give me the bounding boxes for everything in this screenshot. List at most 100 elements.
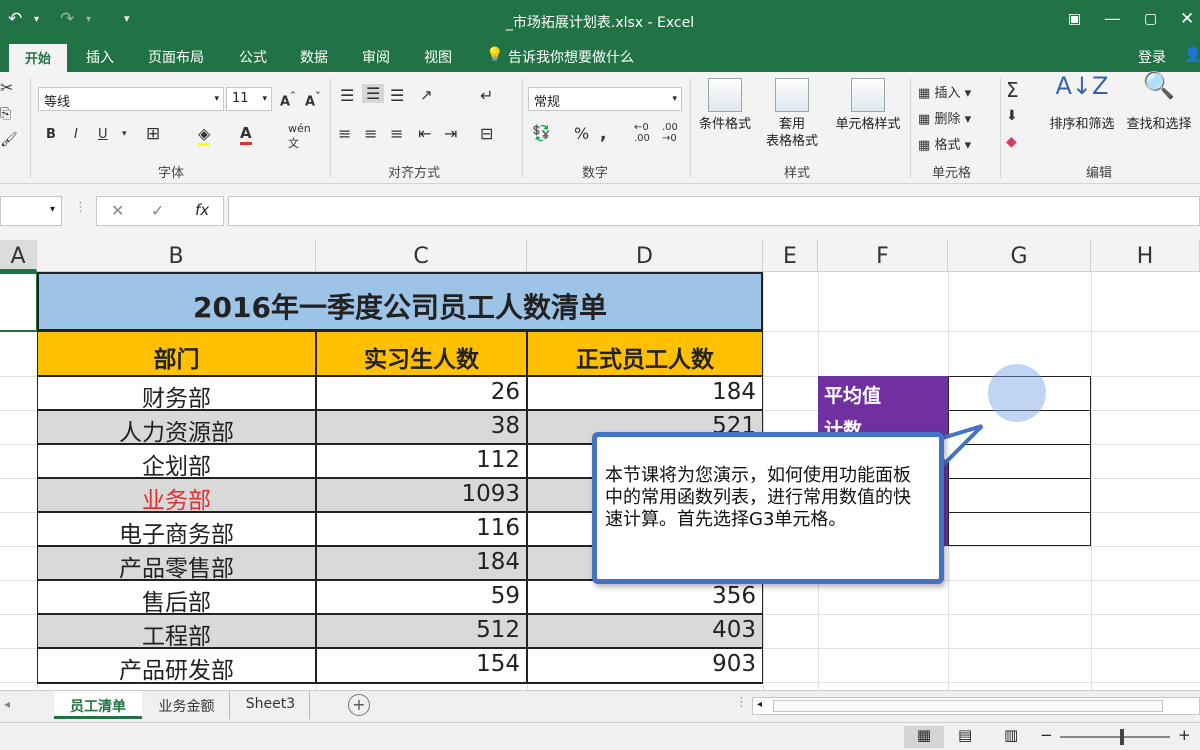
accounting-format-icon[interactable]: 💱 <box>532 124 551 142</box>
scroll-left-icon[interactable]: ◂ <box>757 699 762 710</box>
normal-view-icon[interactable]: ▦ <box>904 726 944 748</box>
sheet-tab-business[interactable]: 业务金额 <box>144 691 230 719</box>
cell-intern[interactable]: 1093 <box>316 478 527 512</box>
column-header-h[interactable]: H <box>1091 240 1200 272</box>
selected-cell-a1[interactable] <box>0 272 38 332</box>
horizontal-scrollbar[interactable]: ◂ <box>752 697 1200 715</box>
column-header-e[interactable]: E <box>763 240 818 272</box>
cancel-icon[interactable]: ✕ <box>111 201 124 220</box>
increase-indent-icon[interactable]: ⇥ <box>444 124 457 143</box>
table-title[interactable]: 2016年一季度公司员工人数清单 <box>37 272 763 331</box>
header-staff[interactable]: 正式员工人数 <box>527 331 763 376</box>
align-bottom-icon[interactable]: ☰ <box>390 86 404 105</box>
zoom-slider[interactable] <box>1060 736 1170 738</box>
cell-intern[interactable]: 184 <box>316 546 527 580</box>
formula-input[interactable] <box>228 196 1200 226</box>
font-size-select[interactable]: 11 ▾ <box>226 87 272 111</box>
sign-in-link[interactable]: 登录 <box>1138 47 1166 67</box>
share-icon[interactable]: 👤 <box>1184 47 1200 63</box>
ribbon-display-icon[interactable]: ▣ <box>1068 11 1081 27</box>
shrink-font-icon[interactable]: Aˇ <box>305 90 320 109</box>
zoom-out-icon[interactable]: − <box>1040 726 1053 744</box>
zoom-slider-thumb[interactable] <box>1120 729 1124 745</box>
maximize-icon[interactable]: ▢ <box>1144 11 1157 27</box>
cell-staff[interactable]: 356 <box>527 580 763 614</box>
align-middle-icon[interactable]: ☰ <box>362 84 385 103</box>
bold-icon[interactable]: B <box>46 127 56 142</box>
underline-dropdown-icon[interactable]: ▾ <box>122 129 127 139</box>
font-name-select[interactable]: 等线 ▾ <box>38 87 224 111</box>
cell-intern[interactable]: 116 <box>316 512 527 546</box>
cell-intern[interactable]: 38 <box>316 410 527 444</box>
clear-icon[interactable]: ◆ <box>1006 134 1017 150</box>
zoom-in-icon[interactable]: + <box>1178 726 1191 744</box>
column-header-d[interactable]: D <box>527 240 763 272</box>
conditional-format-button[interactable]: 条件格式 <box>694 78 756 133</box>
merge-center-icon[interactable]: ⊟ <box>480 124 493 143</box>
cut-icon[interactable]: ✂ <box>0 78 13 97</box>
sort-filter-button[interactable]: A↓Z 排序和筛选 <box>1044 74 1120 133</box>
decrease-decimal-icon[interactable]: .00 →0 <box>662 122 678 144</box>
underline-icon[interactable]: U <box>98 127 108 142</box>
column-header-a[interactable]: A <box>0 240 37 272</box>
number-format-select[interactable]: 常规 ▾ <box>528 87 682 111</box>
cell-intern[interactable]: 512 <box>316 614 527 648</box>
tab-data[interactable]: 数据 <box>300 47 328 67</box>
align-right-icon[interactable]: ≡ <box>390 124 403 143</box>
add-sheet-icon[interactable]: + <box>348 694 370 716</box>
fill-icon[interactable]: ⬇ <box>1006 108 1018 124</box>
page-layout-view-icon[interactable]: ▤ <box>958 726 972 744</box>
cell-dept[interactable]: 企划部 <box>37 444 316 478</box>
cell-dept[interactable]: 财务部 <box>37 376 316 410</box>
cell-staff[interactable]: 403 <box>527 614 763 648</box>
cell-styles-button[interactable]: 单元格样式 <box>830 78 906 133</box>
tell-me-box[interactable]: 告诉我你想要做什么 <box>508 47 634 67</box>
tab-home[interactable]: 开始 <box>9 44 67 72</box>
insert-cells-button[interactable]: ▦ 插入 ▾ <box>918 82 971 101</box>
page-break-view-icon[interactable]: ▥ <box>1004 726 1018 744</box>
column-header-b[interactable]: B <box>37 240 316 272</box>
tab-formulas[interactable]: 公式 <box>239 47 267 67</box>
format-cells-button[interactable]: ▦ 格式 ▾ <box>918 134 971 153</box>
cell-staff[interactable]: 184 <box>527 376 763 410</box>
comma-style-icon[interactable]: , <box>600 124 606 144</box>
find-select-button[interactable]: 🔍 查找和选择 <box>1120 73 1198 133</box>
grow-font-icon[interactable]: Aˆ <box>280 90 295 109</box>
percent-icon[interactable]: % <box>574 124 589 143</box>
wrap-text-icon[interactable]: ↵ <box>480 86 493 105</box>
cell-intern[interactable]: 154 <box>316 648 527 684</box>
sheet-tab-sheet3[interactable]: Sheet3 <box>232 691 310 719</box>
cell-intern[interactable]: 26 <box>316 376 527 410</box>
align-left-icon[interactable]: ≡ <box>338 124 351 143</box>
delete-cells-button[interactable]: ▦ 删除 ▾ <box>918 108 971 127</box>
decrease-indent-icon[interactable]: ⇤ <box>418 124 431 143</box>
header-intern[interactable]: 实习生人数 <box>316 331 527 376</box>
cell-dept[interactable]: 人力资源部 <box>37 410 316 444</box>
tab-page-layout[interactable]: 页面布局 <box>148 47 204 67</box>
cell-dept[interactable]: 产品零售部 <box>37 546 316 580</box>
align-top-icon[interactable]: ☰ <box>340 86 354 105</box>
column-header-g[interactable]: G <box>948 240 1091 272</box>
column-header-f[interactable]: F <box>818 240 948 272</box>
scroll-tabs-left-icon[interactable]: ◂ <box>4 697 10 711</box>
scroll-thumb[interactable] <box>773 700 1163 712</box>
align-center-icon[interactable]: ≡ <box>364 124 377 143</box>
fill-color-icon[interactable]: ◈ <box>198 124 211 146</box>
enter-icon[interactable]: ✓ <box>151 201 164 220</box>
insert-function-icon[interactable]: fx <box>195 201 209 219</box>
minimize-icon[interactable]: — <box>1104 9 1121 29</box>
cell-intern[interactable]: 112 <box>316 444 527 478</box>
tab-review[interactable]: 审阅 <box>362 47 390 67</box>
cell-intern[interactable]: 59 <box>316 580 527 614</box>
sheet-tab-employees[interactable]: 员工清单 <box>54 691 142 719</box>
cell-dept[interactable]: 电子商务部 <box>37 512 316 546</box>
cell-dept[interactable]: 售后部 <box>37 580 316 614</box>
tab-insert[interactable]: 插入 <box>86 47 114 67</box>
cell-dept[interactable]: 业务部 <box>37 478 316 512</box>
header-dept[interactable]: 部门 <box>37 331 316 376</box>
font-color-icon[interactable]: A <box>240 124 252 145</box>
format-as-table-button[interactable]: 套用 表格格式 <box>756 78 828 150</box>
orientation-icon[interactable]: ↗ <box>420 86 433 104</box>
phonetic-icon[interactable]: wén 文 <box>288 122 311 151</box>
cell-dept[interactable]: 产品研发部 <box>37 648 316 684</box>
